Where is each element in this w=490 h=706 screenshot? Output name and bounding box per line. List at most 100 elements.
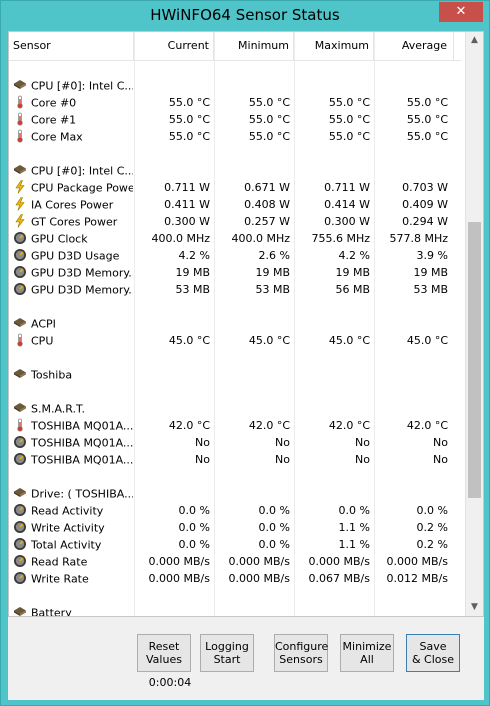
window-title: HWiNFO64 Sensor Status (150, 6, 340, 24)
table-row[interactable]: Read Activity 0.0 % 0.0 % 0.0 % 0.0 % (9, 502, 461, 519)
table-row[interactable]: GPU D3D Memory... 19 MB 19 MB 19 MB 19 MB (9, 264, 461, 281)
minimum-value: 0.0 % (258, 538, 290, 551)
average-value: 0.2 % (416, 538, 448, 551)
maximum-value: 55.0 °C (328, 113, 370, 126)
sensor-name: GPU D3D Memory... (31, 266, 133, 280)
sensor-group-row[interactable]: Toshiba (9, 366, 461, 383)
sensor-name: Read Activity (31, 504, 104, 518)
scroll-down-arrow-icon[interactable]: ▼ (466, 599, 483, 616)
vertical-scrollbar[interactable]: ▲ ▼ (465, 32, 483, 616)
maximum-value: 42.0 °C (328, 419, 370, 432)
maximum-value: 19 MB (335, 266, 370, 279)
sensor-group-row[interactable]: CPU [#0]: Intel C... (9, 162, 461, 179)
column-header-current[interactable]: Current (134, 32, 214, 60)
table-row[interactable]: Core #1 55.0 °C 55.0 °C 55.0 °C 55.0 °C (9, 111, 461, 128)
scroll-up-arrow-icon[interactable]: ▲ (466, 32, 483, 49)
column-header-sensor[interactable]: Sensor (9, 32, 134, 60)
maximum-value: 0.414 W (324, 198, 370, 211)
average-value: 0.000 MB/s (386, 555, 448, 568)
current-value: 0.711 W (164, 181, 210, 194)
chip-icon (13, 605, 27, 616)
maximum-value: 0.711 W (324, 181, 370, 194)
sensor-rows: CPU [#0]: Intel C... Core #0 55.0 °C 55.0 °… (9, 60, 461, 616)
sensor-group-row[interactable]: CPU [#0]: Intel C... (9, 77, 461, 94)
table-row[interactable]: Core Max 55.0 °C 55.0 °C 55.0 °C 55.0 °C (9, 128, 461, 145)
table-row[interactable]: CPU Package Power 0.711 W 0.671 W 0.711 W 0.… (9, 179, 461, 196)
table-row[interactable]: GPU Clock 400.0 MHz 400.0 MHz 755.6 MHz 577.… (9, 230, 461, 247)
sensor-name: GPU Clock (31, 232, 88, 246)
maximum-value: 0.300 W (324, 215, 370, 228)
current-value: 42.0 °C (168, 419, 210, 432)
average-value: No (433, 453, 448, 466)
table-row[interactable]: GT Cores Power 0.300 W 0.257 W 0.300 W 0.294… (9, 213, 461, 230)
average-value: 0.294 W (402, 215, 448, 228)
table-row[interactable]: Total Activity 0.0 % 0.0 % 1.1 % 0.2 % (9, 536, 461, 553)
sensor-name-cell: CPU (13, 332, 133, 349)
minimum-value: 19 MB (255, 266, 290, 279)
sensor-name-cell: IA Cores Power (13, 196, 133, 213)
maximum-value: 0.000 MB/s (308, 555, 370, 568)
column-header-minimum[interactable]: Minimum (214, 32, 294, 60)
average-value: 0.012 MB/s (386, 572, 448, 585)
sensor-group-row[interactable]: ACPI (9, 315, 461, 332)
blank-row (9, 468, 461, 485)
logging-start-button[interactable]: Logging Start (200, 634, 254, 672)
save-close-button[interactable]: Save & Close (406, 634, 460, 672)
sensor-group-row[interactable]: Battery (9, 604, 461, 616)
sensor-name-cell: TOSHIBA MQ01A... (13, 451, 133, 468)
thermometer-icon (13, 418, 27, 432)
gauge-icon (13, 248, 27, 262)
maximum-value: 4.2 % (338, 249, 370, 262)
maximum-value: 1.1 % (338, 538, 370, 551)
table-row[interactable]: Core #0 55.0 °C 55.0 °C 55.0 °C 55.0 °C (9, 94, 461, 111)
sensor-name: IA Cores Power (31, 198, 114, 212)
reset-values-button[interactable]: Reset Values (137, 634, 191, 672)
gauge-icon (13, 282, 27, 296)
sensor-name-cell: Core #1 (13, 111, 133, 128)
column-header-average[interactable]: Average (374, 32, 454, 60)
current-value: 55.0 °C (168, 130, 210, 143)
title-bar[interactable]: HWiNFO64 Sensor Status ✕ (1, 1, 489, 31)
table-row[interactable]: TOSHIBA MQ01A... No No No No (9, 434, 461, 451)
current-value: 400.0 MHz (151, 232, 210, 245)
table-row[interactable]: Write Rate 0.000 MB/s 0.000 MB/s 0.067 MB/s… (9, 570, 461, 587)
average-value: 55.0 °C (406, 130, 448, 143)
thermometer-icon (13, 112, 27, 126)
table-row[interactable]: TOSHIBA MQ01A... No No No No (9, 451, 461, 468)
minimum-value: 0.000 MB/s (228, 572, 290, 585)
sensor-name: TOSHIBA MQ01A... (31, 419, 133, 433)
blank-row (9, 145, 461, 162)
table-row[interactable]: TOSHIBA MQ01A... 42.0 °C 42.0 °C 42.0 °C 42.… (9, 417, 461, 434)
chip-icon (13, 316, 27, 330)
sensor-group-row[interactable]: Drive: ( TOSHIBA... (9, 485, 461, 502)
table-row[interactable]: CPU 45.0 °C 45.0 °C 45.0 °C 45.0 °C (9, 332, 461, 349)
gauge-icon (13, 520, 27, 534)
button-label-line1: Configure (275, 640, 329, 653)
average-value: 0.2 % (416, 521, 448, 534)
sensor-name: TOSHIBA MQ01A... (31, 436, 133, 450)
sensor-group-row[interactable]: S.M.A.R.T. (9, 400, 461, 417)
maximum-value: No (355, 453, 370, 466)
current-value: 0.300 W (164, 215, 210, 228)
current-value: 0.000 MB/s (148, 572, 210, 585)
configure-sensors-button[interactable]: Configure Sensors (274, 634, 328, 672)
maximum-value: 56 MB (335, 283, 370, 296)
table-row[interactable]: GPU D3D Usage 4.2 % 2.6 % 4.2 % 3.9 % (9, 247, 461, 264)
table-row[interactable]: GPU D3D Memory... 53 MB 53 MB 56 MB 53 MB (9, 281, 461, 298)
sensor-name: Toshiba (31, 368, 73, 382)
current-value: 0.0 % (178, 521, 210, 534)
column-header-maximum[interactable]: Maximum (294, 32, 374, 60)
minimize-all-button[interactable]: Minimize All (340, 634, 394, 672)
gauge-icon (13, 265, 27, 279)
sensor-name: CPU [#0]: Intel C... (31, 164, 133, 178)
logging-timer: 0:00:04 (148, 676, 192, 689)
table-row[interactable]: Write Activity 0.0 % 0.0 % 1.1 % 0.2 % (9, 519, 461, 536)
maximum-value: 45.0 °C (328, 334, 370, 347)
table-row[interactable]: Read Rate 0.000 MB/s 0.000 MB/s 0.000 MB/s 0… (9, 553, 461, 570)
sensor-name-cell: S.M.A.R.T. (13, 400, 133, 417)
close-button[interactable]: ✕ (439, 2, 483, 22)
table-row[interactable]: IA Cores Power 0.411 W 0.408 W 0.414 W 0.409… (9, 196, 461, 213)
scroll-thumb[interactable] (468, 222, 481, 498)
minimum-value: 0.671 W (244, 181, 290, 194)
sensor-name-cell: TOSHIBA MQ01A... (13, 417, 133, 434)
